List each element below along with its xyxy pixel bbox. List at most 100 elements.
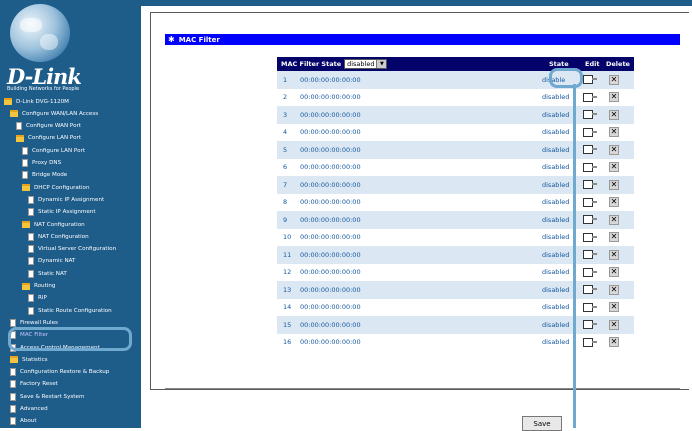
delete-icon[interactable]: ✕ [609, 337, 619, 348]
sidebar-item[interactable]: DHCP Configuration [22, 181, 90, 194]
sidebar-item[interactable]: Virtual Server Configuration [28, 243, 116, 256]
main-panel: ✱ MAC Filter MAC Filter State disabled ▼ … [141, 0, 692, 431]
sidebar-item[interactable]: Dynamic NAT [28, 255, 75, 268]
delete-icon[interactable]: ✕ [609, 302, 619, 313]
state-label: MAC Filter State disabled ▼ [281, 57, 388, 71]
sidebar-item[interactable]: Proxy DNS [22, 157, 61, 170]
row-number: 5 [283, 145, 288, 154]
delete-icon[interactable]: ✕ [609, 267, 619, 278]
sidebar-item[interactable]: Configure LAN Port [16, 132, 81, 145]
save-button[interactable]: Save [522, 416, 562, 431]
delete-icon[interactable]: ✕ [609, 74, 619, 85]
delete-icon[interactable]: ✕ [609, 197, 619, 208]
sidebar-item[interactable]: Bridge Mode [22, 169, 67, 182]
mac-address: 00:00:00:00:00:00 [300, 338, 361, 347]
row-state: disabled [542, 268, 570, 277]
sidebar-item[interactable]: Routing [22, 280, 55, 293]
row-number: 8 [283, 198, 288, 207]
edit-icon[interactable] [583, 302, 597, 312]
edit-icon[interactable] [583, 337, 597, 347]
row-number: 4 [283, 128, 288, 137]
globe-logo-icon [10, 4, 70, 62]
asterisk-icon: ✱ [168, 35, 175, 44]
sidebar-item[interactable]: NAT Configuration [22, 218, 85, 231]
edit-icon[interactable] [583, 180, 597, 190]
sidebar-item-label: NAT Configuration [34, 221, 85, 228]
top-bar [141, 0, 692, 6]
edit-icon[interactable] [583, 197, 597, 207]
sidebar-item[interactable]: Factory Reset [10, 378, 58, 391]
delete-icon[interactable]: ✕ [609, 127, 619, 138]
sidebar-item[interactable]: Configure WAN/LAN Access [10, 107, 98, 120]
chevron-down-icon: ▼ [376, 60, 387, 68]
mac-address: 00:00:00:00:00:00 [300, 75, 361, 84]
sidebar-item[interactable]: Static Route Configuration [28, 304, 112, 317]
delete-icon[interactable]: ✕ [609, 214, 619, 225]
page-icon [28, 306, 34, 315]
edit-icon[interactable] [583, 162, 597, 172]
sidebar-item[interactable]: About [10, 415, 37, 428]
mac-address: 00:00:00:00:00:00 [300, 163, 361, 172]
sidebar-item[interactable]: Advanced [10, 403, 48, 416]
page-icon [10, 380, 16, 389]
row-number: 15 [283, 320, 292, 329]
mac-filter-state-select[interactable]: disabled ▼ [344, 59, 388, 69]
edit-icon[interactable] [583, 127, 597, 137]
mac-address: 00:00:00:00:00:00 [300, 320, 361, 329]
sidebar-item-label: Configure WAN Port [26, 123, 81, 130]
delete-icon[interactable]: ✕ [609, 162, 619, 173]
delete-icon[interactable]: ✕ [609, 179, 619, 190]
table-row: 10 00:00:00:00:00:00 disabled ✕ [277, 228, 634, 246]
sidebar-item[interactable]: Save & Restart System [10, 390, 84, 403]
edit-icon[interactable] [583, 92, 597, 102]
edit-icon[interactable] [583, 320, 597, 330]
delete-icon[interactable]: ✕ [609, 92, 619, 103]
edit-icon[interactable] [583, 285, 597, 295]
page-icon [28, 294, 34, 303]
table-row: 3 00:00:00:00:00:00 disabled ✕ [277, 106, 634, 124]
delete-icon[interactable]: ✕ [609, 249, 619, 260]
sidebar-item[interactable]: Configure LAN Port [22, 144, 85, 157]
row-state: disabled [542, 250, 570, 259]
sidebar-item[interactable]: NAT Configuration [28, 230, 89, 243]
row-number: 9 [283, 215, 288, 224]
sidebar-item[interactable]: D-Link DVG-1120M [4, 95, 69, 108]
folder-icon [10, 110, 18, 118]
edit-icon[interactable] [583, 110, 597, 120]
table-row: 7 00:00:00:00:00:00 disabled ✕ [277, 176, 634, 194]
mac-address: 00:00:00:00:00:00 [300, 93, 361, 102]
sidebar-item[interactable]: Static NAT [28, 267, 67, 280]
row-number: 2 [283, 93, 288, 102]
edit-icon[interactable] [583, 215, 597, 225]
table-row: 9 00:00:00:00:00:00 disabled ✕ [277, 211, 634, 229]
table-row: 8 00:00:00:00:00:00 disabled ✕ [277, 193, 634, 211]
sidebar-item-label: Firewall Rules [20, 319, 58, 326]
edit-icon[interactable] [583, 232, 597, 242]
delete-icon[interactable]: ✕ [609, 284, 619, 295]
page-icon [28, 257, 34, 266]
sidebar-item[interactable]: Static IP Assignment [28, 206, 96, 219]
folder-icon [16, 134, 24, 142]
edit-icon[interactable] [583, 145, 597, 155]
page-icon [10, 405, 16, 413]
edit-icon[interactable] [583, 250, 597, 260]
edit-icon[interactable] [583, 267, 597, 277]
sidebar-item[interactable]: Configure WAN Port [16, 120, 81, 133]
sidebar-item-label: Configuration Restore & Backup [20, 369, 110, 376]
delete-icon[interactable]: ✕ [609, 109, 619, 120]
sidebar-item[interactable]: Configuration Restore & Backup [10, 366, 109, 379]
delete-icon[interactable]: ✕ [609, 319, 619, 330]
sidebar-item[interactable]: Statistics [10, 353, 48, 366]
delete-icon[interactable]: ✕ [609, 144, 619, 155]
sidebar-item-label: Bridge Mode [32, 172, 68, 179]
edit-icon[interactable] [583, 75, 597, 85]
delete-icon[interactable]: ✕ [609, 232, 619, 243]
page-icon [10, 392, 16, 401]
sidebar-item[interactable]: RIP [28, 292, 47, 305]
row-state: disabled [542, 128, 570, 137]
table-row: 2 00:00:00:00:00:00 disabled ✕ [277, 88, 634, 106]
sidebar-item[interactable]: Dynamic IP Assignment [28, 193, 104, 206]
page-icon [28, 232, 34, 241]
folder-icon [10, 356, 18, 364]
page-icon [28, 269, 34, 278]
